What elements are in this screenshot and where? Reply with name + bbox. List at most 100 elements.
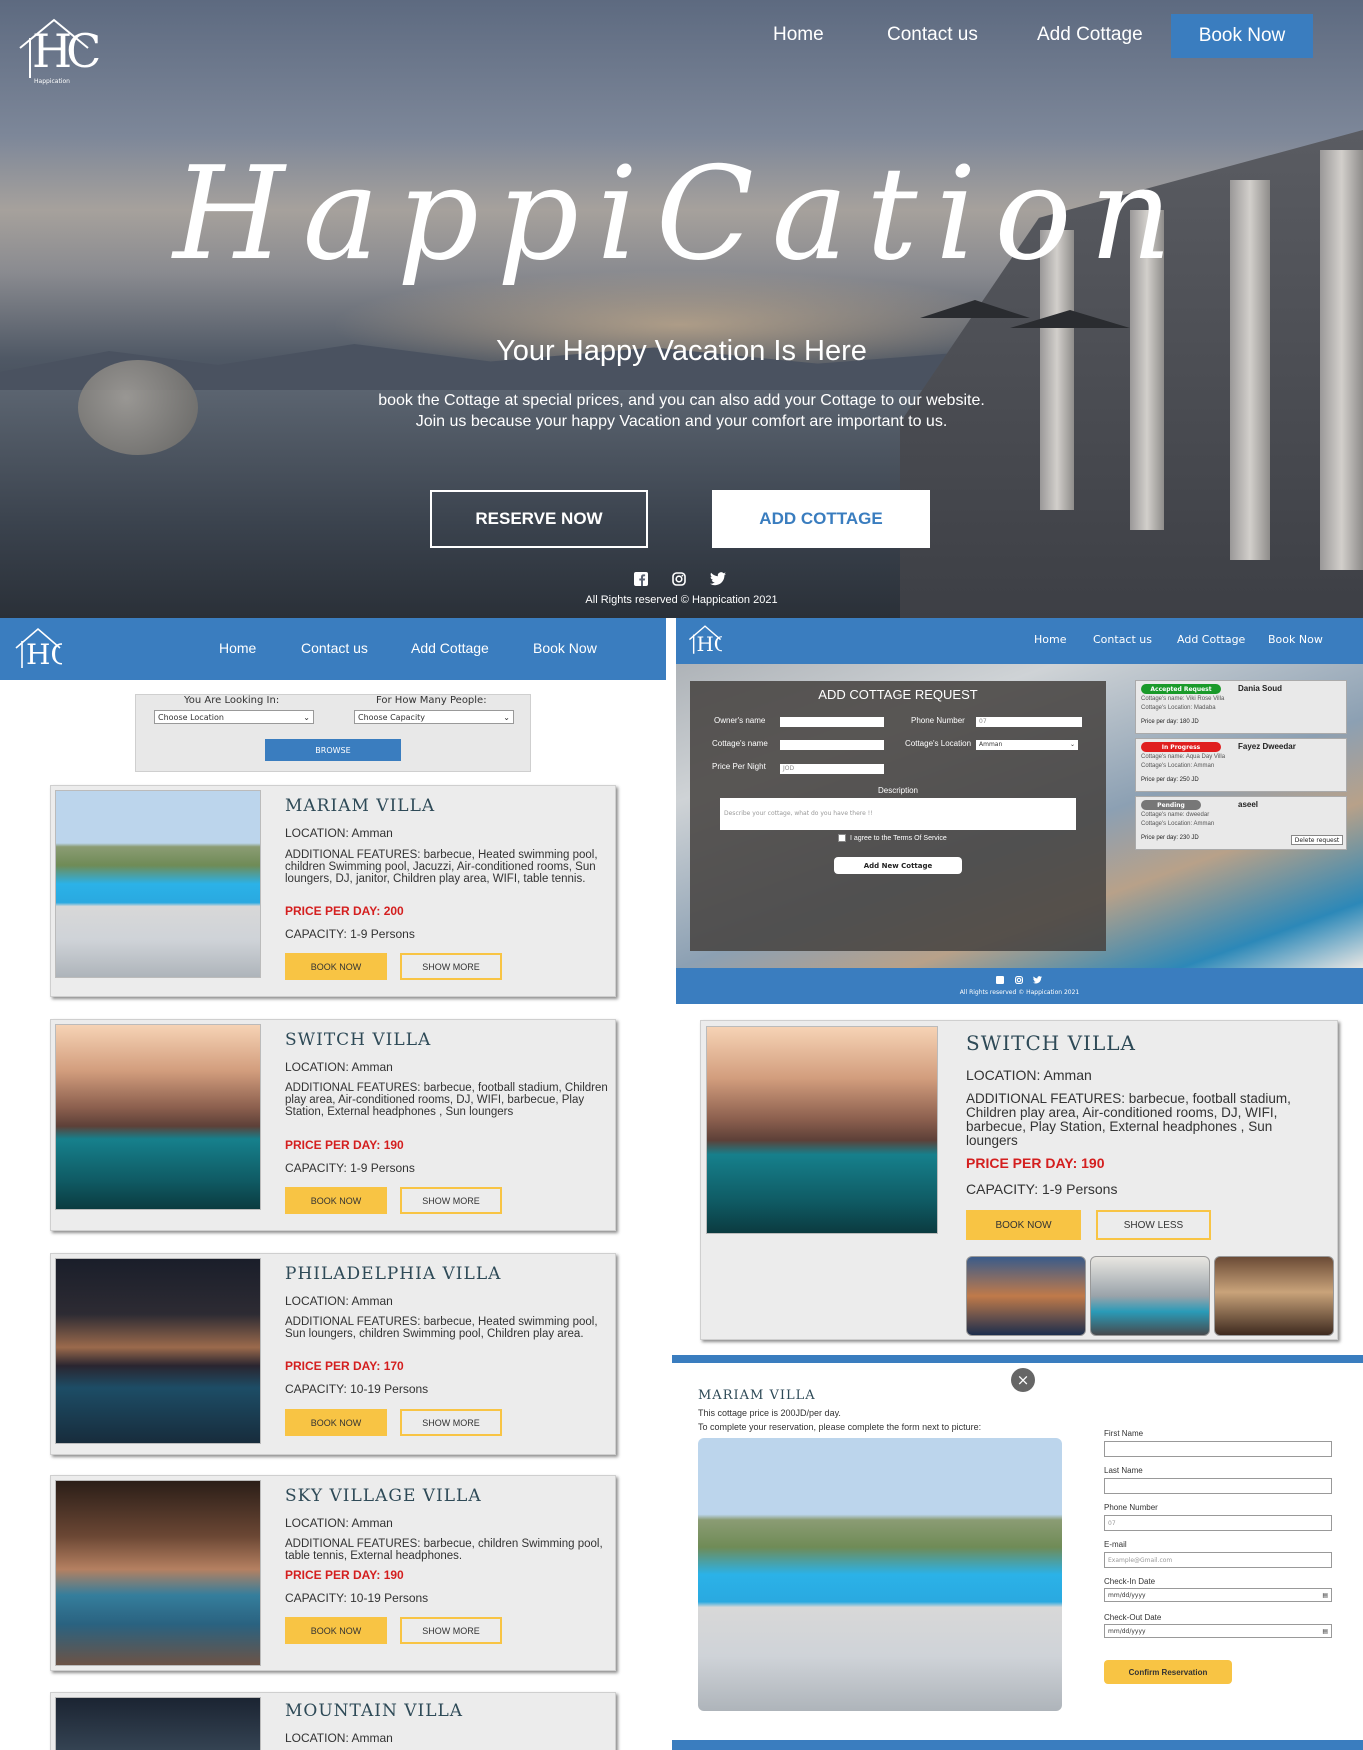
hero-desc-line2: Join us because your happy Vacation and … [415,413,948,430]
book-now-button[interactable]: BOOK NOW [285,953,387,980]
nav-contact[interactable]: Contact us [301,640,368,656]
logo-house-icon[interactable]: HC [14,626,62,674]
villa-capacity: CAPACITY: 1-9 Persons [285,927,415,941]
phone-input[interactable]: 07 [1104,1515,1332,1531]
add-new-cottage-button[interactable]: Add New Cottage [834,857,962,874]
phone-label: Phone Number [1104,1503,1158,1512]
nav-contact[interactable]: Contact us [1093,633,1152,646]
twitter-icon[interactable] [1033,976,1042,984]
facebook-icon[interactable] [634,572,648,586]
cottage-name-label: Cottage's name [712,739,768,748]
description-textarea[interactable]: Describe your cottage, what do you have … [720,798,1076,830]
show-less-button[interactable]: SHOW LESS [1096,1210,1211,1240]
show-more-button[interactable]: SHOW MORE [400,953,502,980]
instagram-icon[interactable] [1015,976,1023,984]
owner-input[interactable] [780,717,884,727]
request-location: Cottage's Location: Amman [1141,763,1215,769]
book-now-button[interactable]: BOOK NOW [966,1210,1081,1240]
cottage-name-input[interactable] [780,740,884,750]
hero-tagline: Your Happy Vacation Is Here [496,335,867,367]
first-name-input[interactable] [1104,1441,1332,1457]
location-select[interactable]: Amman ⌄ [976,740,1078,750]
capacity-select[interactable]: Choose Capacity ⌄ [354,710,514,724]
location-select[interactable]: Choose Location ⌄ [154,710,314,724]
nav-home[interactable]: Home [219,640,256,656]
nav-add-cottage[interactable]: Add Cottage [1037,24,1143,46]
villa-features: ADDITIONAL FEATURES: barbecue, children … [285,1538,603,1562]
villa-title: SKY VILLAGE VILLA [285,1486,482,1506]
villa-features: ADDITIONAL FEATURES: barbecue, football … [285,1082,608,1118]
villa-photo[interactable] [55,790,261,978]
checkin-date-input[interactable]: mm/dd/yyyy ▤ [1104,1588,1332,1602]
reservation-photo [698,1438,1062,1711]
location-label: Cottage's Location [905,739,972,748]
villa-photo[interactable] [55,1480,261,1666]
logo-subtext: Happication [34,78,70,85]
terms-checkbox[interactable] [838,834,846,842]
reservation-bottom-bar [672,1740,1363,1750]
book-now-button[interactable]: BOOK NOW [285,1187,387,1214]
instagram-icon[interactable] [672,572,686,586]
nav-contact[interactable]: Contact us [887,24,978,46]
footer-copyright: All Rights reserved © Happication 2021 [959,989,1080,996]
request-card: Pending aseel Cottage's name: dweedar Co… [1135,796,1347,850]
villa-photo[interactable] [706,1026,938,1234]
book-now-button[interactable]: BOOK NOW [285,1617,387,1644]
checkout-placeholder: mm/dd/yyyy [1108,1627,1146,1635]
last-name-input[interactable] [1104,1478,1332,1494]
villa-location: LOCATION: Amman [285,1731,393,1745]
villa-photo[interactable] [55,1258,261,1444]
reservation-price-line: This cottage price is 200JD/per day. [698,1408,841,1418]
add-cottage-form: ADD COTTAGE REQUEST Owner's name Phone N… [690,681,1106,951]
svg-text:HC: HC [26,638,62,671]
browse-button[interactable]: BROWSE [265,739,401,761]
request-price: Price per day: 230 JD [1141,835,1199,841]
villa-photo[interactable] [55,1024,261,1210]
logo-house-icon[interactable]: HC [688,624,722,658]
hero-section: HC Happication Home Contact us Add Cotta… [0,0,1363,618]
add-cottage-footer: All Rights reserved © Happication 2021 [676,968,1363,1004]
nav-book-now[interactable]: Book Now [1268,633,1323,646]
requester-name: aseel [1238,800,1259,809]
reserve-now-button[interactable]: RESERVE NOW [430,490,648,548]
nav-add-cottage[interactable]: Add Cottage [411,640,489,656]
request-price: Price per day: 180 JD [1141,719,1199,725]
book-now-button[interactable]: BOOK NOW [285,1409,387,1436]
show-more-button[interactable]: SHOW MORE [400,1187,502,1214]
checkout-date-input[interactable]: mm/dd/yyyy ▤ [1104,1624,1332,1638]
nav-home[interactable]: Home [1034,633,1066,646]
reservation-top-bar [672,1355,1363,1363]
add-cottage-button[interactable]: ADD COTTAGE [712,490,930,548]
confirm-reservation-button[interactable]: Confirm Reservation [1104,1660,1232,1684]
hero-description: book the Cottage at special prices, and … [0,390,1363,432]
gallery-thumb[interactable] [1090,1256,1210,1336]
reservation-modal: × MARIAM VILLA This cottage price is 200… [672,1363,1363,1740]
calendar-icon: ▤ [1322,1591,1328,1599]
phone-input[interactable]: 07 [976,717,1082,727]
villa-price: PRICE PER DAY: 190 [285,1138,404,1152]
show-more-button[interactable]: SHOW MORE [400,1617,502,1644]
nav-book-now[interactable]: Book Now [533,640,597,656]
twitter-icon[interactable] [710,572,726,586]
delete-request-button[interactable]: Delete request [1291,835,1343,845]
nav-home[interactable]: Home [773,24,824,46]
gallery-thumb[interactable] [966,1256,1086,1336]
checkin-placeholder: mm/dd/yyyy [1108,1591,1146,1599]
villa-card: SKY VILLAGE VILLA LOCATION: Amman ADDITI… [50,1475,616,1671]
nav-add-cottage[interactable]: Add Cottage [1177,633,1245,646]
close-icon[interactable]: × [1011,1368,1035,1392]
show-more-button[interactable]: SHOW MORE [400,1409,502,1436]
email-input[interactable]: Example@Gmail.com [1104,1552,1332,1568]
villa-title: SWITCH VILLA [966,1031,1136,1055]
villa-capacity: CAPACITY: 10-19 Persons [285,1382,429,1396]
facebook-icon[interactable] [996,976,1004,984]
villa-price: PRICE PER DAY: 190 [966,1155,1105,1171]
gallery-thumb[interactable] [1214,1256,1334,1336]
book-now-button[interactable]: Book Now [1171,14,1313,58]
site-logo[interactable]: HC Happication [18,16,101,88]
request-location: Cottage's Location: Amman [1141,821,1215,827]
logo-text: HC [32,24,101,78]
villa-photo[interactable] [55,1697,261,1750]
phone-label: Phone Number [911,716,965,725]
price-input[interactable]: JOD [780,764,884,774]
